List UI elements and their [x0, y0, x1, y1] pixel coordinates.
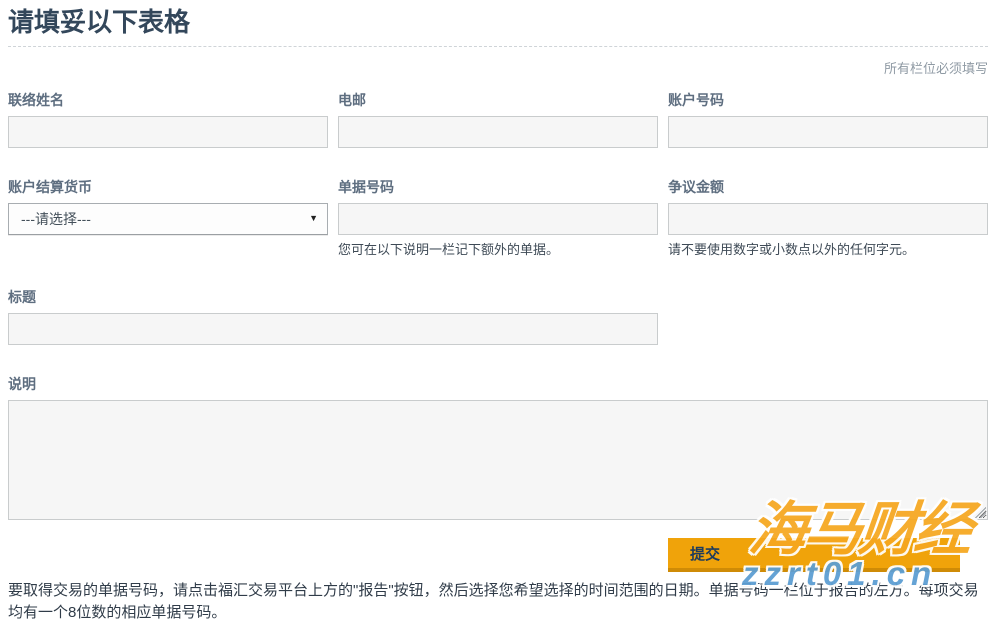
field-account-number: 账户号码 — [668, 90, 988, 148]
email-label: 电邮 — [338, 90, 658, 110]
field-description: 说明 — [8, 374, 988, 520]
ticket-number-label: 单据号码 — [338, 177, 658, 197]
subject-label: 标题 — [8, 287, 658, 307]
footer-instructions: 要取得交易的单据号码，请点击福汇交易平台上方的"报告"按钮，然后选择您希望选择的… — [8, 580, 992, 623]
contact-name-label: 联络姓名 — [8, 90, 328, 110]
description-label: 说明 — [8, 374, 988, 394]
field-email: 电邮 — [338, 90, 658, 148]
form-row-2: 账户结算货币 ---请选择--- ▼ 单据号码 您可在以下说明一栏记下额外的单据… — [8, 177, 988, 259]
complaint-form-page: 请填妥以下表格 所有栏位必须填写 联络姓名 电邮 账户号码 账户结算货币 ---… — [0, 6, 995, 597]
currency-select-value: ---请选择--- — [21, 209, 91, 229]
form-row-4: 说明 — [8, 374, 988, 520]
dispute-amount-input[interactable] — [668, 203, 988, 235]
submit-row: 提交 — [8, 538, 988, 572]
chevron-down-icon: ▼ — [309, 214, 318, 223]
subject-input[interactable] — [8, 313, 658, 345]
description-textarea[interactable] — [8, 400, 988, 520]
field-subject: 标题 — [8, 287, 658, 345]
form-row-3: 标题 — [8, 287, 988, 345]
field-contact-name: 联络姓名 — [8, 90, 328, 148]
currency-select[interactable]: ---请选择--- ▼ — [8, 203, 328, 235]
account-number-label: 账户号码 — [668, 90, 988, 110]
dispute-amount-label: 争议金额 — [668, 177, 988, 197]
field-currency: 账户结算货币 ---请选择--- ▼ — [8, 177, 328, 259]
email-input[interactable] — [338, 116, 658, 148]
ticket-number-helper: 您可在以下说明一栏记下额外的单据。 — [338, 242, 658, 259]
title-divider — [8, 46, 988, 47]
page-title: 请填妥以下表格 — [8, 6, 988, 39]
submit-button[interactable]: 提交 — [668, 538, 960, 572]
account-number-input[interactable] — [668, 116, 988, 148]
description-textarea-wrap — [8, 400, 988, 520]
field-dispute-amount: 争议金额 请不要使用数字或小数点以外的任何字元。 — [668, 177, 988, 259]
field-ticket-number: 单据号码 您可在以下说明一栏记下额外的单据。 — [338, 177, 658, 259]
currency-label: 账户结算货币 — [8, 177, 328, 197]
ticket-number-input[interactable] — [338, 203, 658, 235]
form-row-1: 联络姓名 电邮 账户号码 — [8, 90, 988, 148]
required-fields-note: 所有栏位必须填写 — [8, 58, 988, 77]
dispute-amount-helper: 请不要使用数字或小数点以外的任何字元。 — [668, 242, 988, 259]
contact-name-input[interactable] — [8, 116, 328, 148]
